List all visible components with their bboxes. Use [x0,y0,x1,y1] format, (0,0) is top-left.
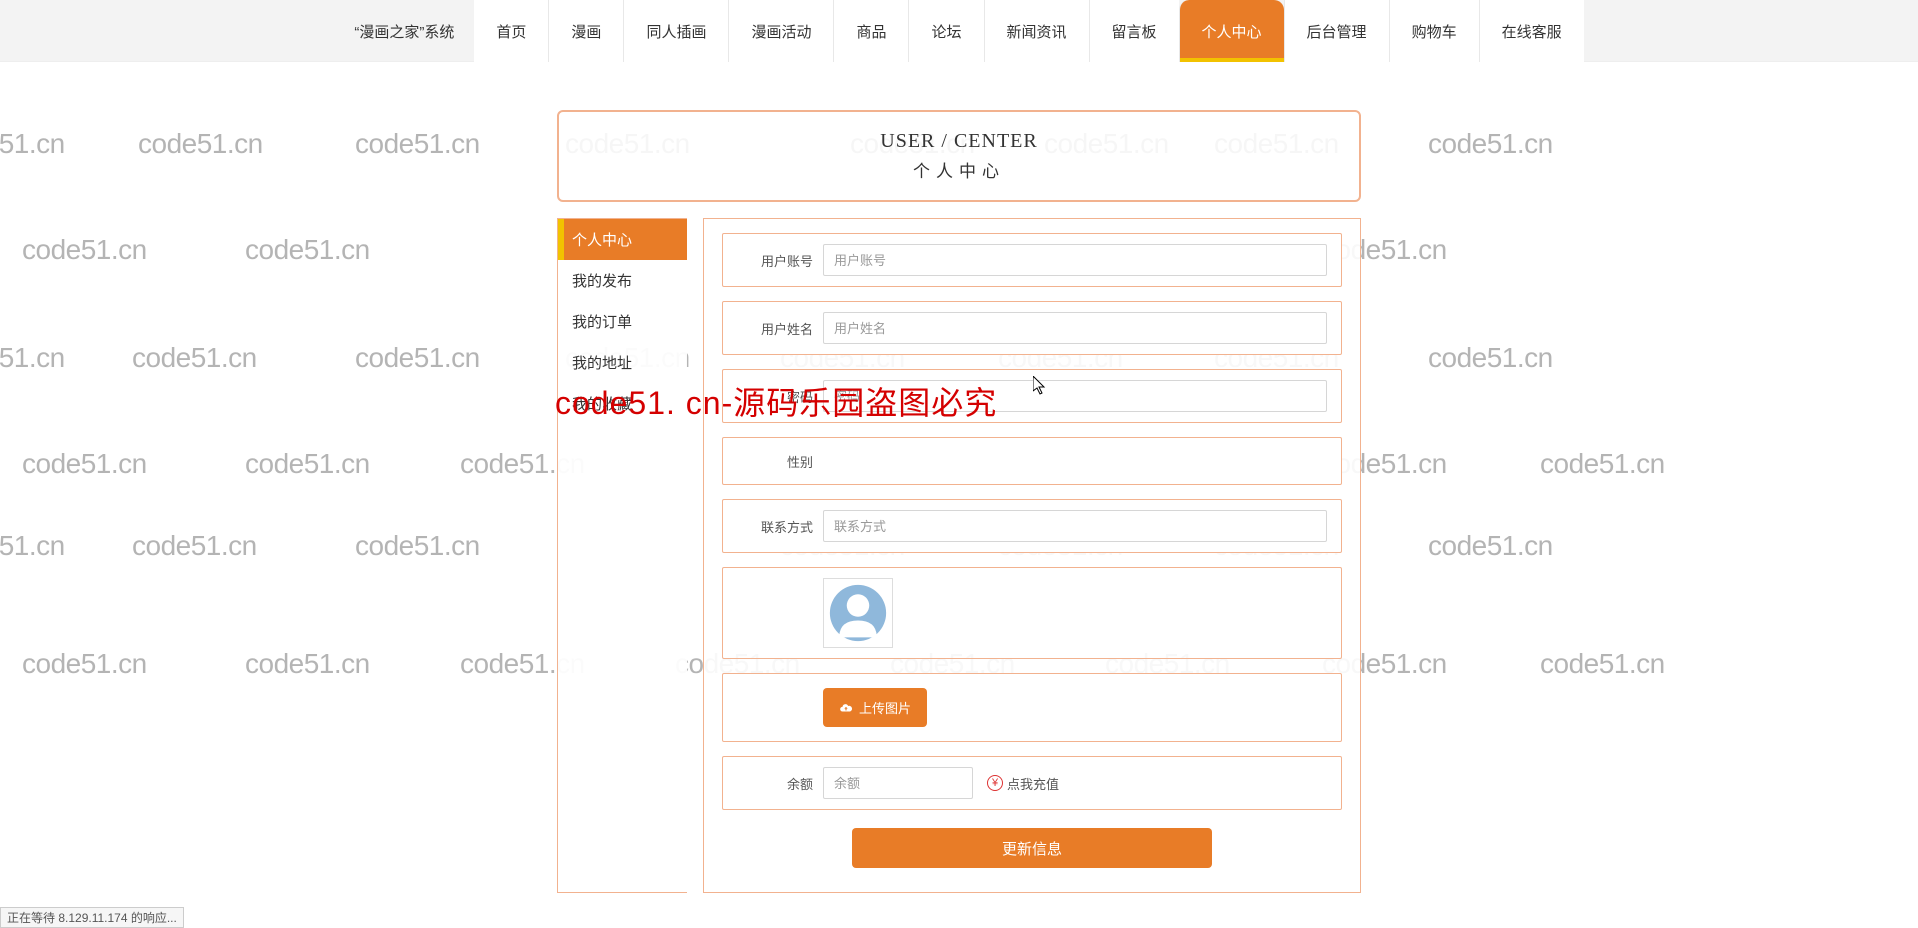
row-avatar [722,567,1342,659]
nav-item-10[interactable]: 购物车 [1389,0,1479,62]
sidebar-item-2[interactable]: 我的订单 [558,301,687,342]
submit-button[interactable]: 更新信息 [852,828,1212,868]
input-contact[interactable] [823,510,1327,542]
nav-item-11[interactable]: 在线客服 [1479,0,1584,62]
watermark: code51.cn [132,530,257,562]
nav-item-8[interactable]: 个人中心 [1179,0,1284,62]
row-balance: 余额 ¥ 点我充值 [722,756,1342,810]
watermark: code51.cn [138,128,263,160]
watermark: code51.cn [1540,448,1665,480]
page-title-cn: 个人中心 [559,157,1359,182]
row-account: 用户账号 [722,233,1342,287]
nav-item-2[interactable]: 同人插画 [623,0,728,62]
input-name[interactable] [823,312,1327,344]
page-title-en: USER / CENTER [559,130,1359,153]
row-upload: 上传图片 [722,673,1342,742]
avatar-preview [823,578,893,648]
sidebar: 个人中心我的发布我的订单我的地址我的收藏 [557,218,687,893]
watermark: code51.cn [1428,530,1553,562]
brand-label: “漫画之家”系统 [334,0,474,62]
avatar-placeholder-icon [828,583,888,643]
upload-button[interactable]: 上传图片 [823,688,927,727]
watermark: code51.cn [22,648,147,680]
watermark: code51.cn [245,448,370,480]
watermark: code51.cn [355,530,480,562]
sidebar-item-3[interactable]: 我的地址 [558,342,687,383]
input-account[interactable] [823,244,1327,276]
watermark: code51.cn [132,342,257,374]
row-password: 密码 [722,369,1342,423]
watermark: code51.cn [1428,128,1553,160]
recharge-link-label: 点我充值 [1007,774,1059,793]
input-password[interactable] [823,380,1327,412]
label-name: 用户姓名 [737,319,823,338]
nav-item-4[interactable]: 商品 [833,0,908,62]
watermark: code51.cn [0,530,65,562]
sidebar-item-4[interactable]: 我的收藏 [558,383,687,424]
yen-icon: ¥ [987,775,1003,791]
browser-status-text: 正在等待 8.129.11.174 的响应... [0,907,184,928]
nav-item-6[interactable]: 新闻资讯 [984,0,1089,62]
nav-item-5[interactable]: 论坛 [908,0,983,62]
watermark: code51.cn [245,648,370,680]
watermark: code51.cn [22,234,147,266]
label-account: 用户账号 [737,251,823,270]
input-balance[interactable] [823,767,973,799]
watermark: code51.cn [22,448,147,480]
main-nav: 首页漫画同人插画漫画活动商品论坛新闻资讯留言板个人中心后台管理购物车在线客服 [474,0,1583,62]
watermark: code51.cn [0,128,65,160]
nav-item-7[interactable]: 留言板 [1089,0,1179,62]
upload-button-label: 上传图片 [859,698,911,717]
nav-item-9[interactable]: 后台管理 [1284,0,1389,62]
top-nav-bar: “漫画之家”系统 首页漫画同人插画漫画活动商品论坛新闻资讯留言板个人中心后台管理… [0,0,1918,62]
label-gender: 性别 [737,452,823,471]
sidebar-item-1[interactable]: 我的发布 [558,260,687,301]
watermark: code51.cn [355,128,480,160]
nav-item-1[interactable]: 漫画 [548,0,623,62]
label-password: 密码 [737,387,823,406]
watermark: code51.cn [1540,648,1665,680]
label-balance: 余额 [737,774,823,793]
row-name: 用户姓名 [722,301,1342,355]
recharge-link[interactable]: ¥ 点我充值 [987,774,1059,793]
form-panel: 用户账号 用户姓名 密码 性别 联系方式 [703,218,1361,893]
cloud-upload-icon [839,701,853,715]
watermark: code51.cn [0,342,65,374]
row-gender: 性别 [722,437,1342,485]
nav-item-3[interactable]: 漫画活动 [728,0,833,62]
watermark: code51.cn [355,342,480,374]
row-contact: 联系方式 [722,499,1342,553]
watermark: code51.cn [1428,342,1553,374]
sidebar-item-0[interactable]: 个人中心 [558,219,687,260]
label-contact: 联系方式 [737,517,823,536]
row-submit: 更新信息 [722,828,1342,868]
watermark: code51.cn [245,234,370,266]
nav-item-0[interactable]: 首页 [474,0,548,62]
page-title-card: USER / CENTER 个人中心 [557,110,1361,202]
